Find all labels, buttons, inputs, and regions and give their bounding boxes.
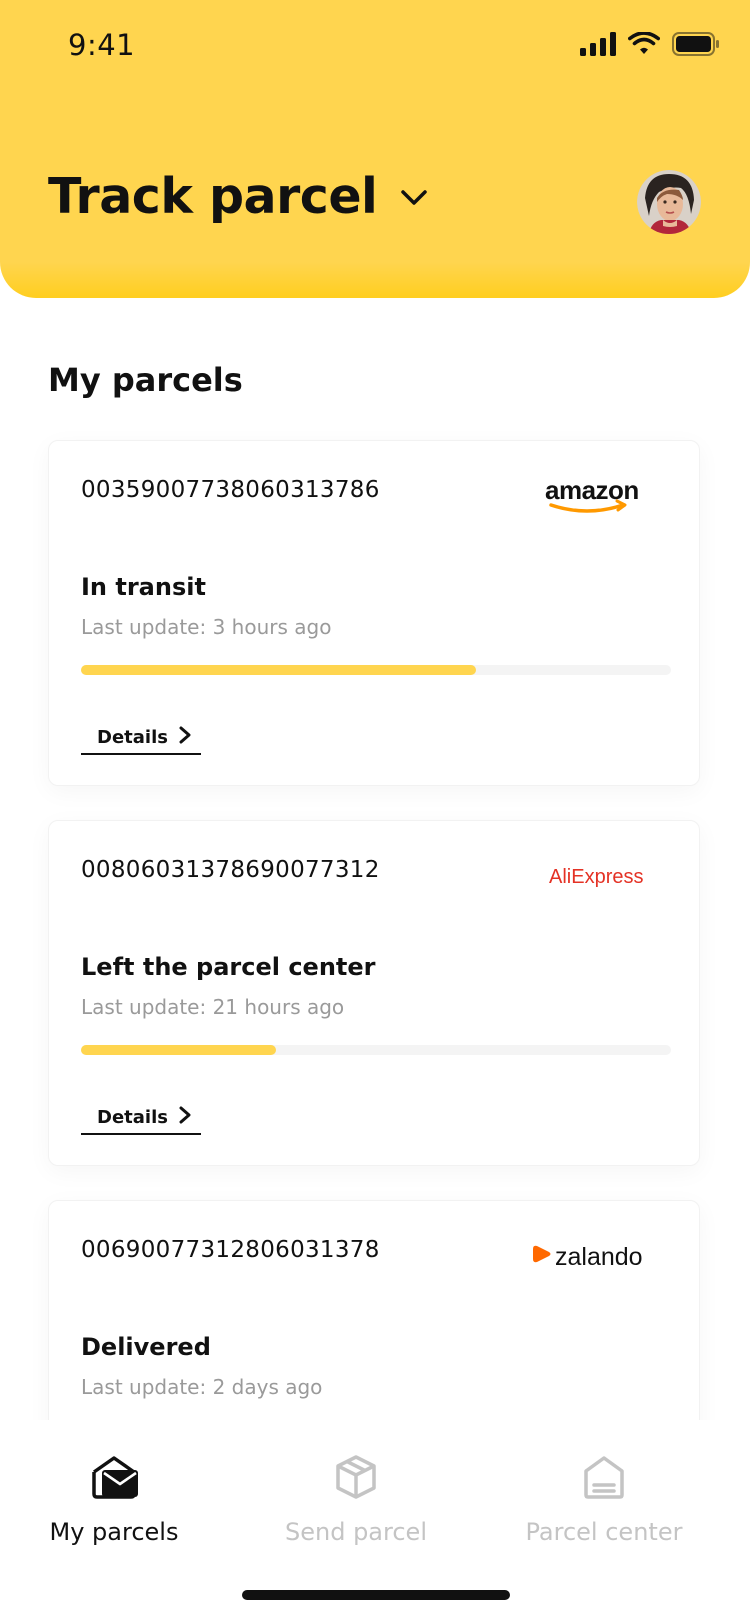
svg-text:zalando: zalando	[555, 1243, 643, 1271]
avatar[interactable]	[637, 170, 701, 234]
last-update: Last update: 2 days ago	[81, 1375, 323, 1399]
tab-my-parcels[interactable]: My parcels	[0, 1454, 234, 1546]
wifi-icon	[628, 31, 660, 60]
tracking-number: 00806031378690077312	[81, 857, 380, 883]
last-update: Last update: 21 hours ago	[81, 995, 345, 1019]
parcel-status: In transit	[81, 573, 206, 601]
chevron-right-icon	[168, 725, 192, 750]
building-icon	[581, 1456, 627, 1504]
page-title: Track parcel	[48, 168, 378, 225]
tracking-number: 00359007738060313786	[81, 477, 380, 503]
battery-icon	[672, 32, 720, 60]
header: 9:41 Track parcel	[0, 0, 750, 298]
title-row[interactable]: Track parcel	[48, 168, 429, 225]
tracking-number: 00690077312806031378	[81, 1237, 380, 1263]
home-indicator[interactable]	[242, 1590, 510, 1600]
tab-label: Send parcel	[285, 1518, 427, 1546]
parcel-status: Left the parcel center	[81, 953, 376, 981]
tab-send-parcel[interactable]: Send parcel	[236, 1454, 476, 1546]
section-title: My parcels	[48, 361, 243, 399]
tab-label: Parcel center	[525, 1518, 683, 1546]
last-update: Last update: 3 hours ago	[81, 615, 332, 639]
svg-text:amazon: amazon	[545, 477, 639, 505]
details-label: Details	[97, 1106, 168, 1128]
details-button[interactable]: Details	[81, 721, 201, 755]
zalando-logo: zalando	[531, 1237, 655, 1281]
box-icon	[333, 1455, 379, 1504]
progress-fill	[81, 1045, 276, 1055]
progress-bar	[81, 665, 671, 675]
mail-box-icon	[89, 1456, 139, 1504]
status-time: 9:41	[68, 28, 136, 62]
progress-fill	[81, 665, 477, 675]
tab-bar: My parcels Send parcel Parcel center	[0, 1420, 750, 1580]
svg-text:AliExpress: AliExpress	[549, 866, 643, 888]
parcel-card[interactable]: 00359007738060313786 amazon In transit L…	[48, 440, 700, 786]
chevron-right-icon	[168, 1105, 192, 1130]
progress-bar	[81, 1045, 671, 1055]
signal-icon	[580, 32, 616, 60]
parcel-status: Delivered	[81, 1333, 211, 1361]
status-icons	[580, 30, 720, 62]
details-button[interactable]: Details	[81, 1101, 201, 1135]
tab-label: My parcels	[49, 1518, 179, 1546]
aliexpress-logo: AliExpress	[543, 857, 643, 901]
parcel-card[interactable]: 00806031378690077312 AliExpress Left the…	[48, 820, 700, 1166]
chevron-down-icon[interactable]	[399, 188, 429, 212]
tab-parcel-center[interactable]: Parcel center	[484, 1454, 724, 1546]
amazon-logo: amazon	[543, 475, 643, 521]
details-label: Details	[97, 726, 168, 748]
